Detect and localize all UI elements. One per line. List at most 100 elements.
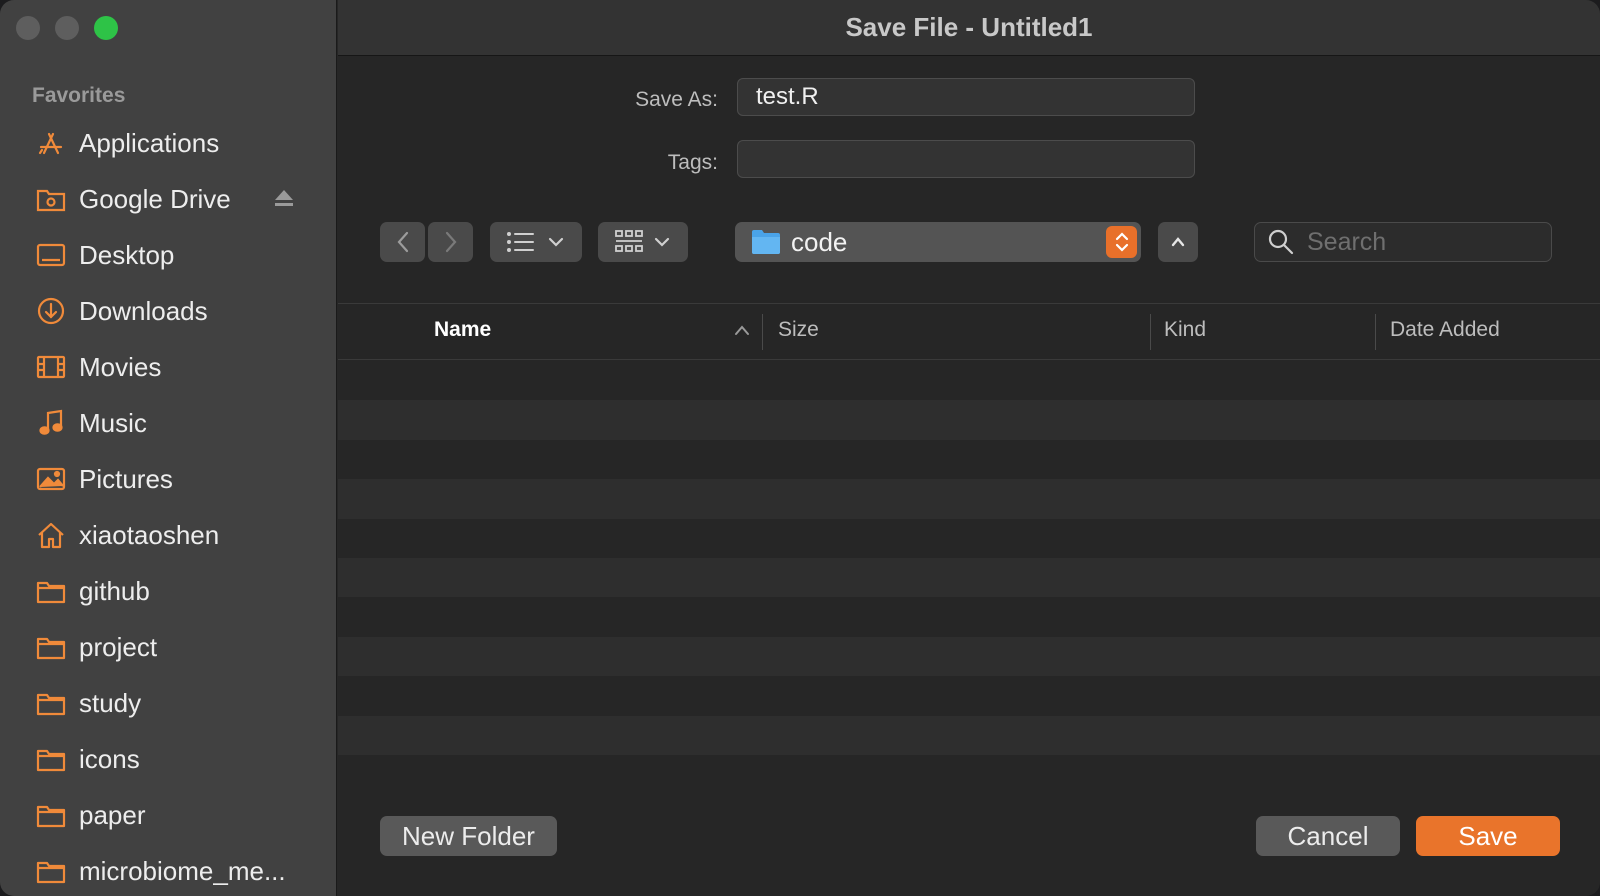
column-header-name[interactable]: Name <box>434 318 491 342</box>
sidebar-item-label: Applications <box>79 127 220 158</box>
sidebar-item-paper[interactable]: paper <box>0 787 337 843</box>
folder-icon <box>35 799 67 831</box>
folder-icon <box>35 855 67 887</box>
title-bar: Save File - Untitled1 <box>338 0 1600 56</box>
column-header-kind[interactable]: Kind <box>1164 318 1206 342</box>
sidebar-item-label: icons <box>79 743 140 774</box>
minimize-window-button[interactable] <box>55 16 79 40</box>
chevron-up-icon <box>1171 237 1185 247</box>
window-title: Save File - Untitled1 <box>845 12 1093 42</box>
list-view-icon <box>507 232 534 252</box>
sidebar-item-label: microbiome_me... <box>79 855 286 886</box>
pictures-icon <box>35 463 67 495</box>
column-divider[interactable] <box>1150 314 1151 350</box>
empty-row <box>338 557 1600 598</box>
sidebar-item-label: xiaotaoshen <box>79 519 220 550</box>
location-label: code <box>791 226 848 257</box>
sidebar-item-microbiome[interactable]: microbiome_me... <box>0 843 337 896</box>
sidebar-item-label: project <box>79 631 158 662</box>
sidebar-item-icons[interactable]: icons <box>0 731 337 787</box>
sidebar-item-pictures[interactable]: Pictures <box>0 451 337 507</box>
save-as-field[interactable] <box>737 78 1195 116</box>
sidebar-item-label: Pictures <box>79 463 173 494</box>
home-icon <box>35 519 67 551</box>
sidebar-item-label: paper <box>79 799 146 830</box>
folder-icon <box>35 631 67 663</box>
sidebar-item-label: Google Drive <box>79 183 231 214</box>
favorites-list: Applications Google Drive Desktop Downlo… <box>0 115 337 896</box>
eject-icon[interactable] <box>273 187 295 209</box>
sidebar: Favorites Applications Google Drive Desk… <box>0 0 337 896</box>
expand-collapse-button[interactable] <box>1158 222 1198 262</box>
save-as-label: Save As: <box>635 88 718 111</box>
sidebar-item-desktop[interactable]: Desktop <box>0 227 337 283</box>
favorites-heading: Favorites <box>32 84 126 107</box>
file-list[interactable]: Name Size Kind Date Added <box>338 303 1600 762</box>
new-folder-button[interactable]: New Folder <box>380 816 557 856</box>
save-dialog-window: Favorites Applications Google Drive Desk… <box>0 0 1600 896</box>
column-divider[interactable] <box>1375 314 1376 350</box>
list-header: Name Size Kind Date Added <box>338 304 1600 360</box>
folder-icon <box>35 575 67 607</box>
window-controls <box>16 16 118 40</box>
tags-field[interactable] <box>737 140 1195 178</box>
sidebar-item-label: Movies <box>79 351 162 382</box>
sidebar-item-label: Desktop <box>79 239 175 270</box>
sidebar-item-project[interactable]: project <box>0 619 337 675</box>
back-button[interactable] <box>380 222 425 262</box>
chevron-right-icon <box>445 231 456 253</box>
downloads-icon <box>35 295 67 327</box>
folder-icon <box>35 687 67 719</box>
empty-row <box>338 715 1600 755</box>
empty-row <box>338 479 1600 519</box>
sidebar-item-applications[interactable]: Applications <box>0 115 337 171</box>
applications-icon <box>35 127 67 159</box>
sidebar-item-github[interactable]: github <box>0 563 337 619</box>
close-window-button[interactable] <box>16 16 40 40</box>
sidebar-item-home[interactable]: xiaotaoshen <box>0 507 337 563</box>
search-box[interactable] <box>1254 222 1552 262</box>
folder-icon <box>752 230 780 254</box>
save-button[interactable]: Save <box>1416 816 1560 856</box>
column-divider[interactable] <box>762 314 763 350</box>
search-icon <box>1268 229 1294 255</box>
empty-row <box>338 400 1600 440</box>
sidebar-item-label: study <box>79 687 142 718</box>
sidebar-item-google-drive[interactable]: Google Drive <box>0 171 337 227</box>
cancel-button[interactable]: Cancel <box>1256 816 1400 856</box>
list-view-button[interactable] <box>490 222 582 262</box>
chevron-down-icon <box>548 237 564 247</box>
chevron-down-icon <box>654 237 670 247</box>
search-input[interactable] <box>1307 227 1537 257</box>
sidebar-item-music[interactable]: Music <box>0 395 337 451</box>
sidebar-item-downloads[interactable]: Downloads <box>0 283 337 339</box>
sidebar-item-label: Downloads <box>79 295 208 326</box>
sidebar-item-study[interactable]: study <box>0 675 337 731</box>
tags-label: Tags: <box>667 151 718 174</box>
location-stepper[interactable] <box>1106 226 1137 258</box>
empty-row <box>338 676 1600 716</box>
desktop-icon <box>35 239 67 271</box>
empty-row <box>338 597 1600 637</box>
column-header-date-added[interactable]: Date Added <box>1390 318 1500 342</box>
drive-folder-icon <box>35 183 67 215</box>
icon-grid-icon <box>615 230 643 252</box>
chevron-left-icon <box>397 231 408 253</box>
sidebar-item-label: github <box>79 575 150 606</box>
movies-icon <box>35 351 67 383</box>
sidebar-item-label: Music <box>79 407 147 438</box>
sidebar-item-movies[interactable]: Movies <box>0 339 337 395</box>
forward-button[interactable] <box>428 222 473 262</box>
folder-icon <box>35 743 67 775</box>
column-header-size[interactable]: Size <box>778 318 819 342</box>
up-down-chevron-icon <box>1115 232 1128 252</box>
music-icon <box>35 407 67 439</box>
location-popup[interactable]: code <box>735 222 1141 262</box>
list-rows <box>338 361 1600 762</box>
empty-row <box>338 361 1600 401</box>
empty-row <box>338 518 1600 558</box>
grid-view-button[interactable] <box>598 222 688 262</box>
zoom-window-button[interactable] <box>94 16 118 40</box>
empty-row <box>338 439 1600 480</box>
sort-ascending-icon <box>735 325 749 335</box>
